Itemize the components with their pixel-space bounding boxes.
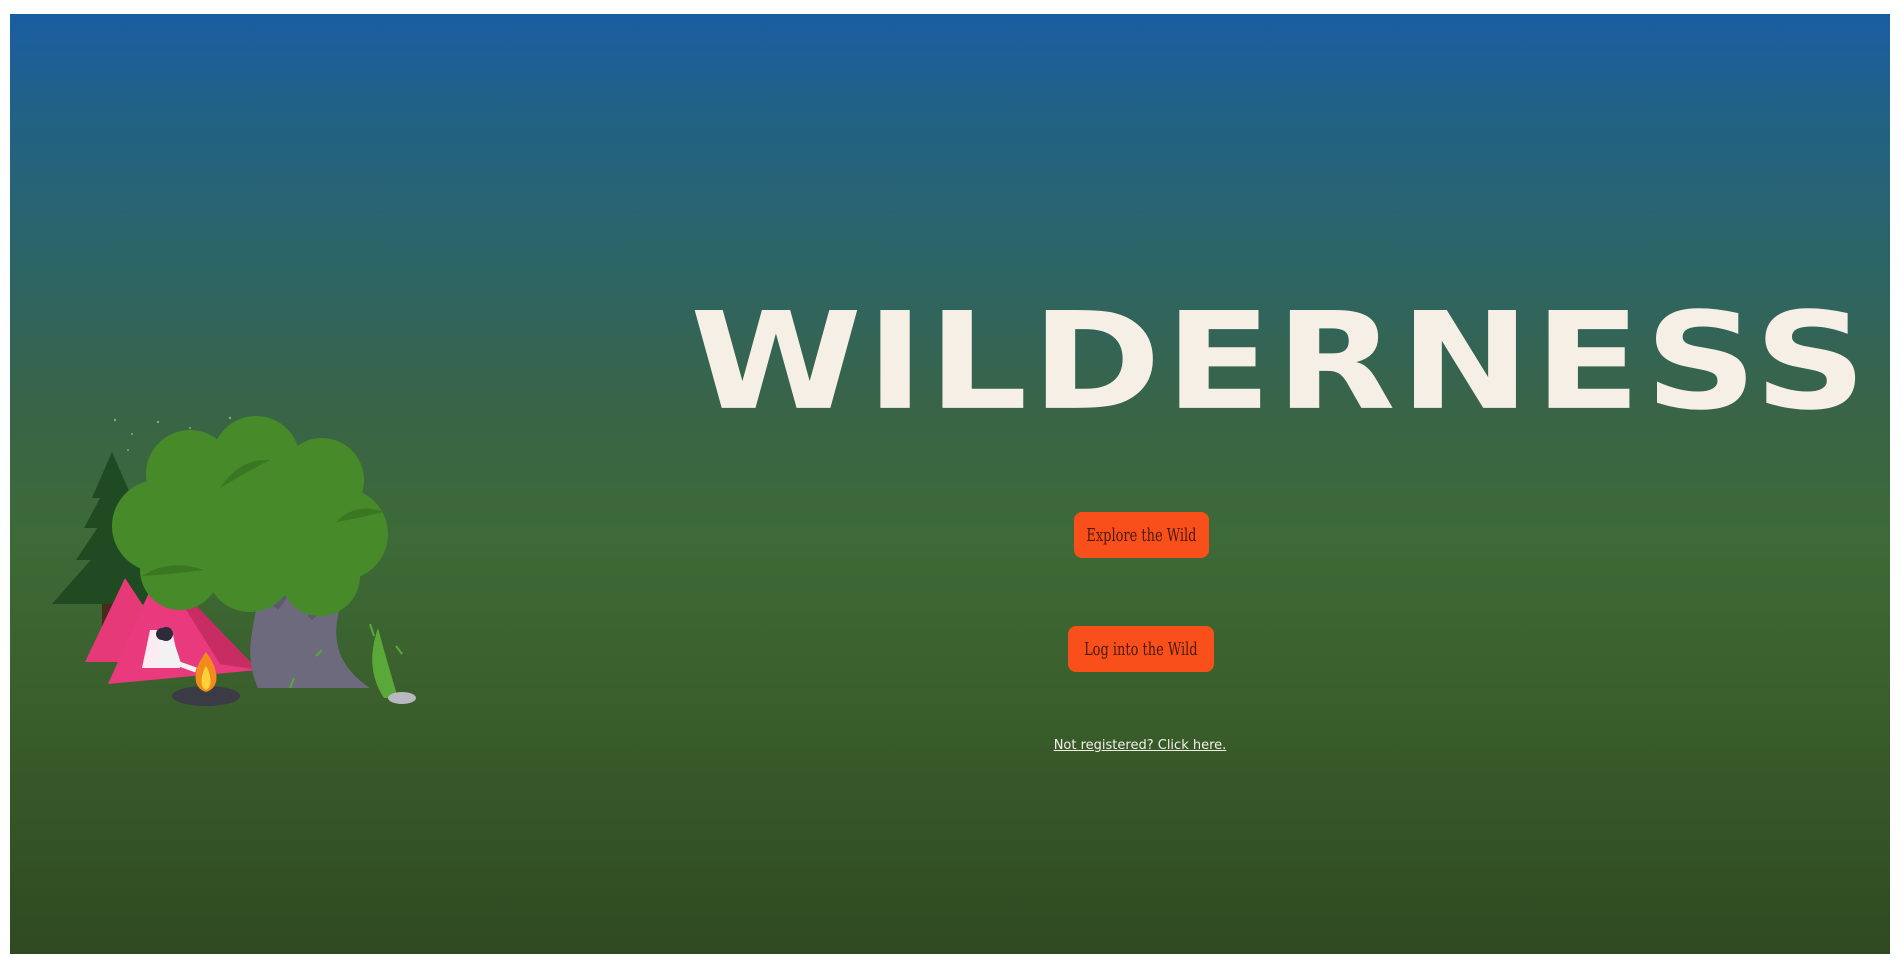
- explore-button-label: Explore the Wild: [1086, 524, 1197, 546]
- register-link[interactable]: Not registered? Click here.: [1040, 738, 1240, 753]
- login-button[interactable]: Log into the Wild: [1068, 626, 1214, 672]
- login-button-label: Log into the Wild: [1084, 638, 1198, 660]
- landing-page: WILDERNESS Explore the Wild Log into the…: [10, 14, 1890, 954]
- page-title: WILDERNESS: [690, 283, 1871, 440]
- explore-button[interactable]: Explore the Wild: [1074, 512, 1209, 558]
- camping-scene-illustration: [52, 416, 416, 706]
